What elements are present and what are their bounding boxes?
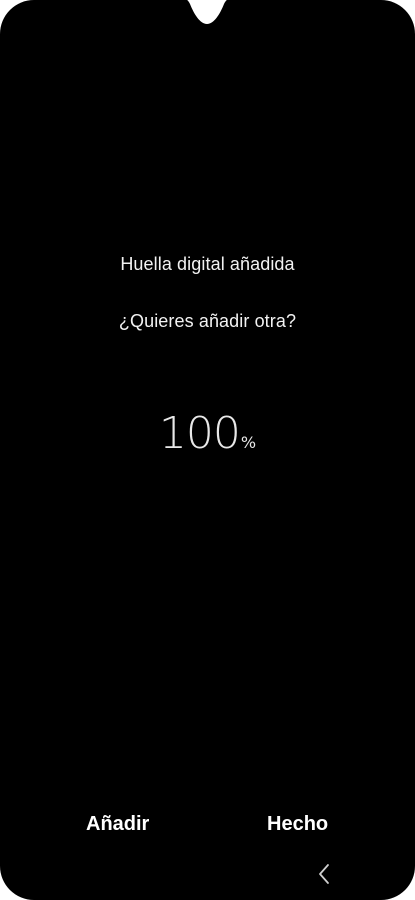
- progress-unit: %: [240, 433, 257, 452]
- progress-indicator: 100%: [0, 408, 415, 459]
- chevron-left-icon[interactable]: [312, 860, 338, 888]
- add-button[interactable]: Añadir: [78, 807, 157, 841]
- add-another-question: ¿Quieres añadir otra?: [118, 311, 297, 331]
- progress-value: 100: [158, 408, 241, 459]
- done-button[interactable]: Hecho: [259, 807, 336, 841]
- camera-notch: [187, 0, 227, 24]
- fingerprint-added-title: Huella digital añadida: [120, 254, 295, 274]
- phone-screen: Huella digital añadida ¿Quieres añadir o…: [0, 0, 415, 900]
